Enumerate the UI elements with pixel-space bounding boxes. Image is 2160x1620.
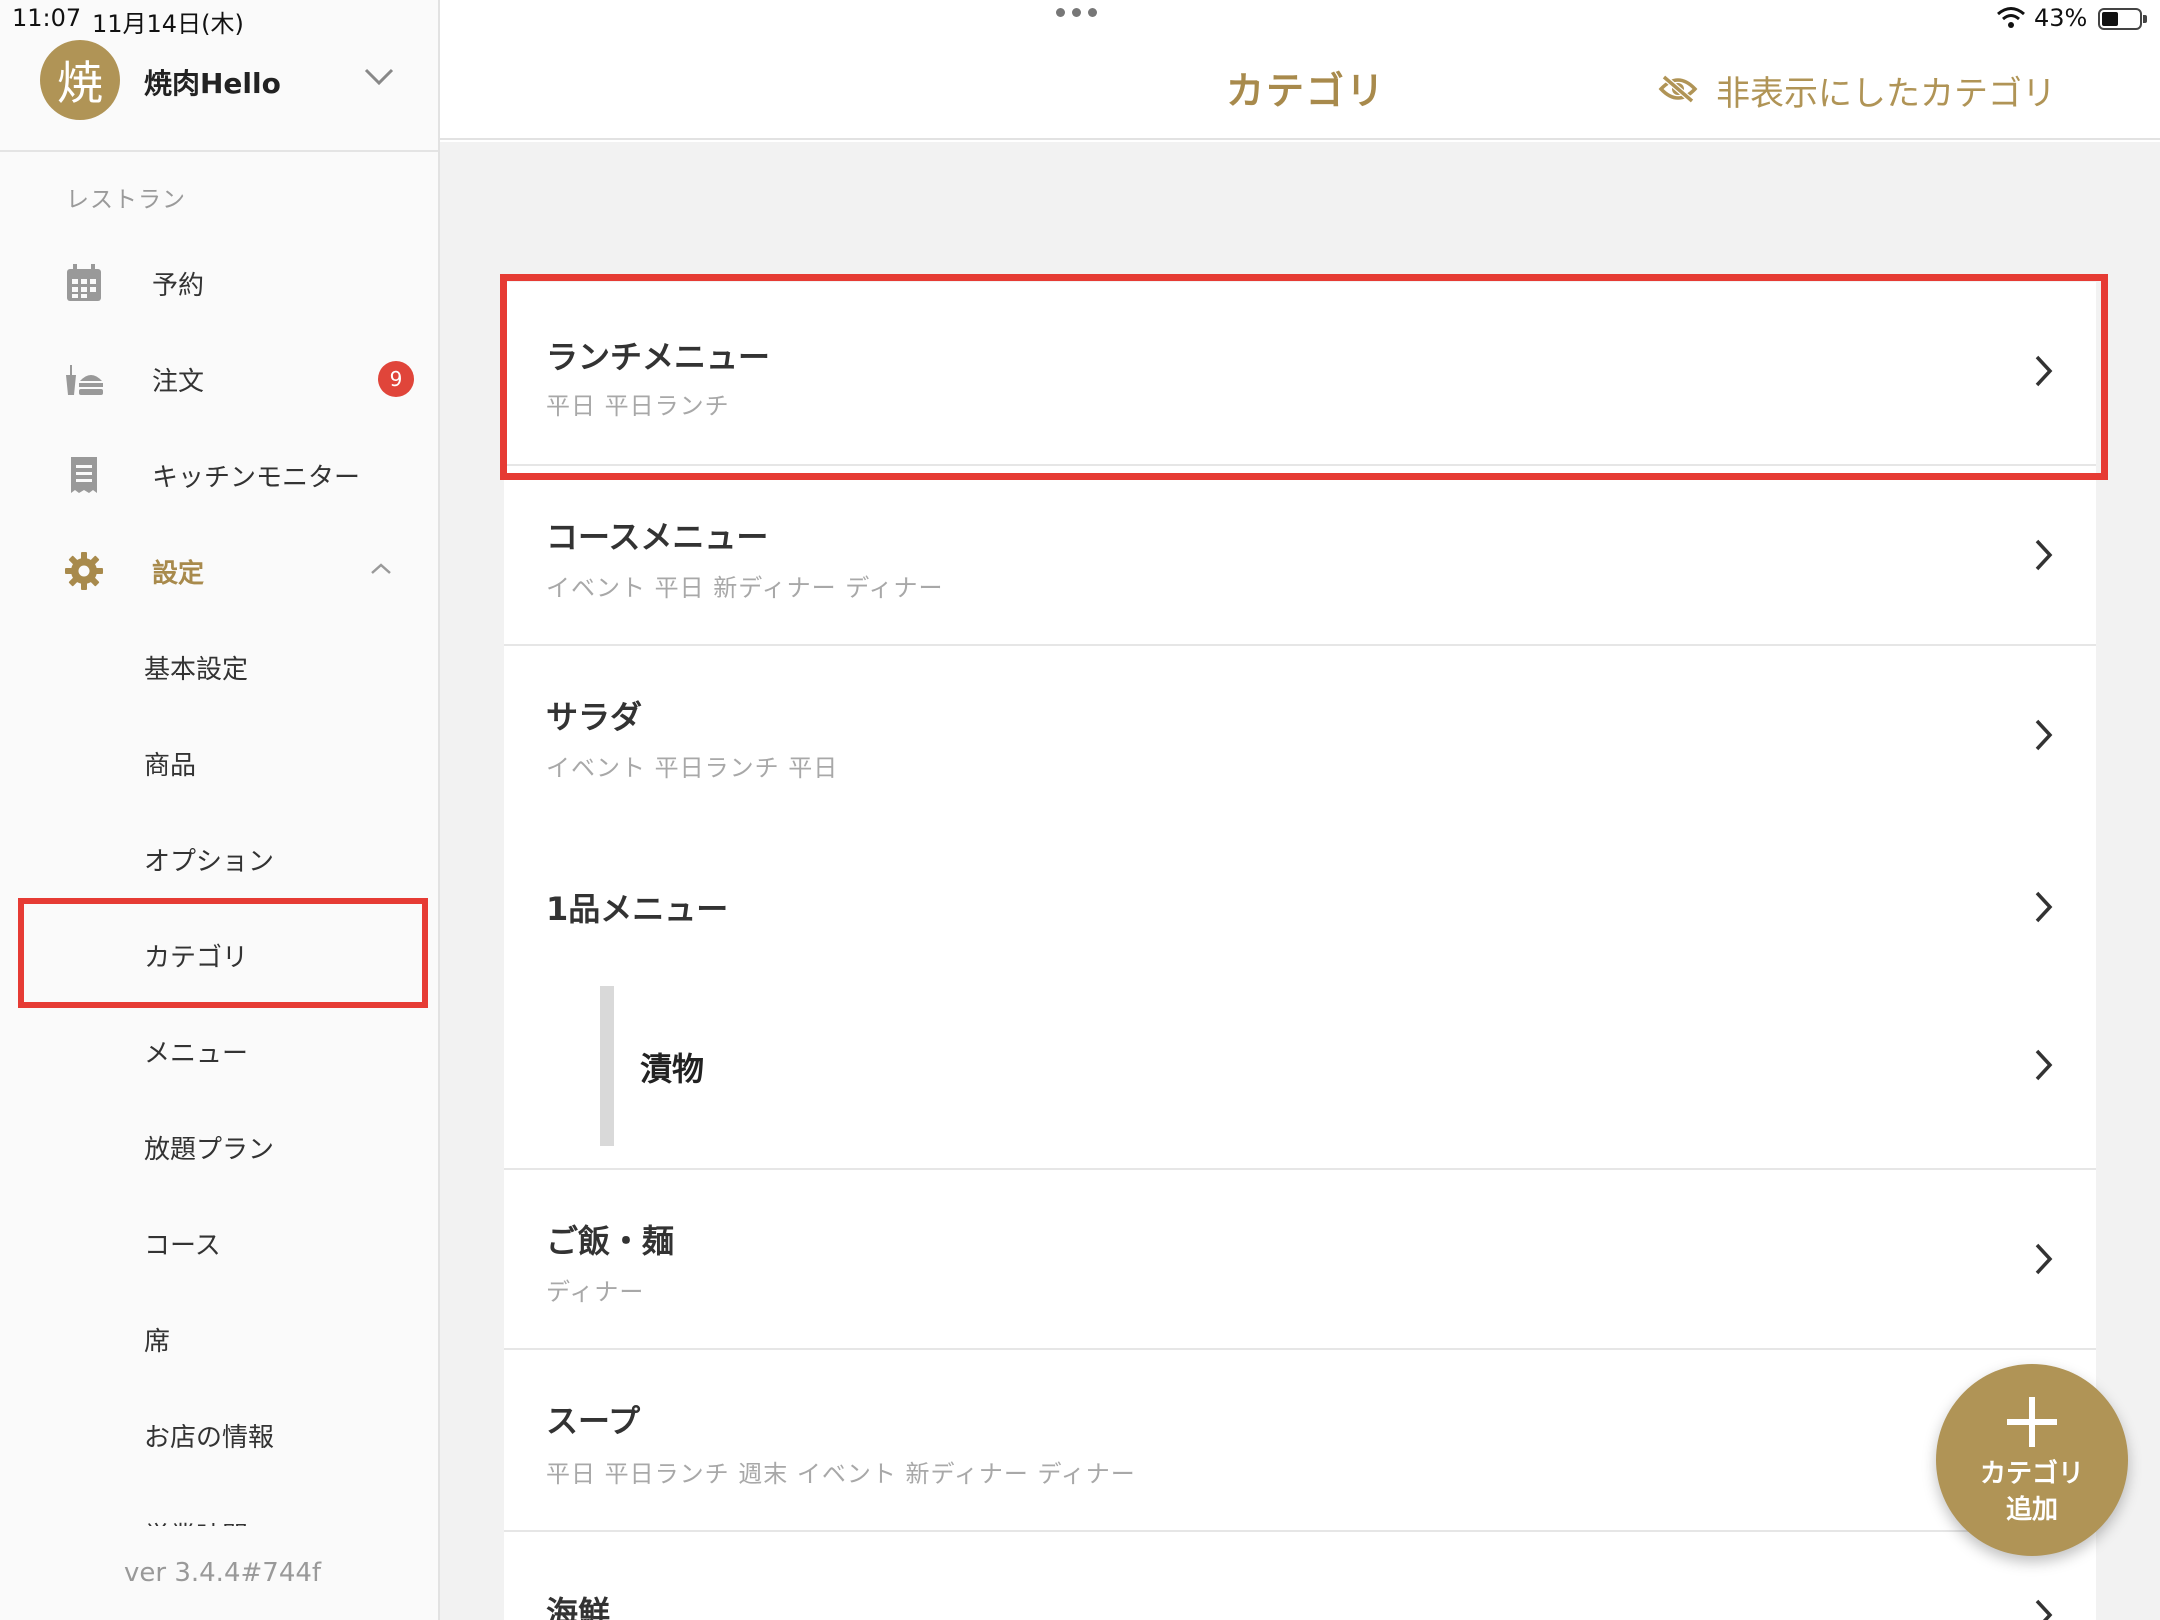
add-category-label-line1: カテゴリ bbox=[1979, 1459, 2084, 1489]
sidebar-subitem-label: 基本設定 bbox=[144, 654, 249, 685]
sidebar-subitem-menu[interactable]: メニュー bbox=[0, 1006, 438, 1096]
chevron-right-icon bbox=[2034, 718, 2054, 756]
account-switcher[interactable]: 焼 焼肉Hello bbox=[0, 30, 438, 152]
chevron-right-icon bbox=[2034, 890, 2054, 928]
category-row[interactable]: 海鮮 bbox=[504, 1532, 2096, 1620]
sidebar-subitem-seats[interactable]: 席 bbox=[0, 1294, 438, 1384]
sidebar-subitem-basic-settings[interactable]: 基本設定 bbox=[0, 622, 438, 712]
status-time: 11:07 bbox=[12, 4, 82, 32]
category-name: ご飯・麺 bbox=[546, 1222, 675, 1260]
sidebar-subitem-options[interactable]: オプション bbox=[0, 814, 438, 904]
page-title: カテゴリ bbox=[1226, 69, 1387, 113]
category-row[interactable]: サラダ イベント 平日ランチ 平日 bbox=[504, 646, 2096, 826]
sidebar-subitem-course[interactable]: コース bbox=[0, 1198, 438, 1288]
app-version: ver 3.4.4#744f bbox=[124, 1558, 322, 1588]
child-indent-bar bbox=[600, 986, 614, 1146]
sidebar-subitem-category[interactable]: カテゴリ bbox=[0, 910, 438, 1000]
wifi-icon bbox=[1996, 6, 2026, 34]
chevron-up-icon[interactable] bbox=[368, 561, 394, 581]
sidebar-subitem-store-info[interactable]: お店の情報 bbox=[0, 1390, 438, 1480]
category-name: ランチメニュー bbox=[546, 338, 771, 376]
sidebar-subitem-label: お店の情報 bbox=[144, 1422, 275, 1453]
order-count-badge: 9 bbox=[378, 361, 414, 397]
hidden-categories-label: 非表示にしたカテゴリ bbox=[1716, 74, 2056, 114]
chevron-right-icon bbox=[2034, 1048, 2054, 1086]
sidebar: 焼 焼肉Hello レストラン 予約 注文 9 キッチンモニター 設定 基本設定… bbox=[0, 0, 440, 1620]
status-date: 11月14日(木) bbox=[92, 10, 244, 38]
category-tags: イベント 平日ランチ 平日 bbox=[546, 754, 839, 782]
subcategory-name: 漬物 bbox=[640, 1050, 705, 1088]
hidden-categories-link[interactable]: 非表示にしたカテゴリ bbox=[1658, 66, 2056, 115]
sidebar-subitem-label: オプション bbox=[144, 846, 275, 877]
subcategory-row[interactable]: 漬物 bbox=[614, 986, 2096, 1146]
food-tray-icon bbox=[64, 359, 104, 399]
category-name: コースメニュー bbox=[546, 518, 769, 556]
chevron-down-icon[interactable] bbox=[362, 66, 396, 92]
category-row[interactable]: スープ 平日 平日ランチ 週末 イベント 新ディナー ディナー bbox=[504, 1350, 2096, 1532]
chevron-right-icon bbox=[2034, 538, 2054, 576]
category-name: 1品メニュー bbox=[546, 890, 729, 928]
sidebar-subitem-label: 席 bbox=[144, 1326, 171, 1357]
category-row-with-children[interactable]: 1品メニュー 漬物 bbox=[504, 826, 2096, 1170]
category-name: サラダ bbox=[546, 698, 643, 736]
status-bar: 11:07 11月14日(木) 43% bbox=[0, 0, 2160, 40]
category-name: 海鮮 bbox=[546, 1594, 611, 1620]
account-name: 焼肉Hello bbox=[144, 67, 281, 100]
calendar-icon bbox=[64, 263, 104, 303]
sidebar-item-kitchen-monitor[interactable]: キッチンモニター bbox=[0, 430, 438, 520]
category-row[interactable]: コースメニュー イベント 平日 新ディナー ディナー bbox=[504, 466, 2096, 646]
category-name: スープ bbox=[546, 1402, 641, 1440]
sidebar-item-label: 注文 bbox=[152, 366, 205, 397]
sidebar-item-label: キッチンモニター bbox=[152, 462, 361, 493]
category-tags: 平日 平日ランチ 週末 イベント 新ディナー ディナー bbox=[546, 1460, 1136, 1488]
multitasking-dots-icon[interactable] bbox=[1056, 8, 1097, 17]
sidebar-subitem-business-hours[interactable]: 営業時間 bbox=[0, 1486, 438, 1526]
sidebar-subitem-label: コース bbox=[144, 1230, 221, 1261]
sidebar-subitem-products[interactable]: 商品 bbox=[0, 718, 438, 808]
add-category-label-line2: 追加 bbox=[2005, 1495, 2058, 1525]
sidebar-subitem-label: メニュー bbox=[144, 1038, 249, 1069]
battery-icon bbox=[2098, 8, 2147, 30]
sidebar-subitem-label: カテゴリ bbox=[144, 942, 249, 973]
battery-percentage: 43% bbox=[2034, 4, 2088, 32]
avatar: 焼 bbox=[40, 40, 120, 120]
sidebar-item-reservations[interactable]: 予約 bbox=[0, 238, 438, 328]
sidebar-subitem-all-you-can-plan[interactable]: 放題プラン bbox=[0, 1102, 438, 1192]
sidebar-item-orders[interactable]: 注文 9 bbox=[0, 334, 438, 424]
category-row[interactable]: ランチメニュー 平日 平日ランチ bbox=[504, 282, 2096, 466]
plus-icon bbox=[2005, 1392, 2059, 1456]
category-tags: ディナー bbox=[546, 1278, 645, 1306]
sidebar-subitem-label: 放題プラン bbox=[144, 1134, 275, 1165]
receipt-icon bbox=[64, 455, 104, 495]
eye-off-icon bbox=[1658, 74, 1698, 108]
gear-icon bbox=[64, 551, 104, 591]
sidebar-subitem-label: 営業時間 bbox=[144, 1516, 248, 1526]
chevron-right-icon bbox=[2034, 1598, 2054, 1620]
sidebar-item-settings[interactable]: 設定 bbox=[0, 526, 438, 616]
chevron-right-icon bbox=[2034, 354, 2054, 392]
category-row[interactable]: ご飯・麺 ディナー bbox=[504, 1170, 2096, 1350]
category-tags: 平日 平日ランチ bbox=[546, 392, 730, 420]
sidebar-item-label: 予約 bbox=[152, 270, 205, 301]
sidebar-item-label: 設定 bbox=[152, 558, 205, 589]
sidebar-subitem-label: 商品 bbox=[144, 750, 197, 781]
chevron-right-icon bbox=[2034, 1242, 2054, 1280]
category-tags: イベント 平日 新ディナー ディナー bbox=[546, 574, 944, 602]
add-category-button[interactable]: カテゴリ 追加 bbox=[1936, 1364, 2128, 1556]
section-label-restaurant: レストラン bbox=[66, 187, 186, 213]
